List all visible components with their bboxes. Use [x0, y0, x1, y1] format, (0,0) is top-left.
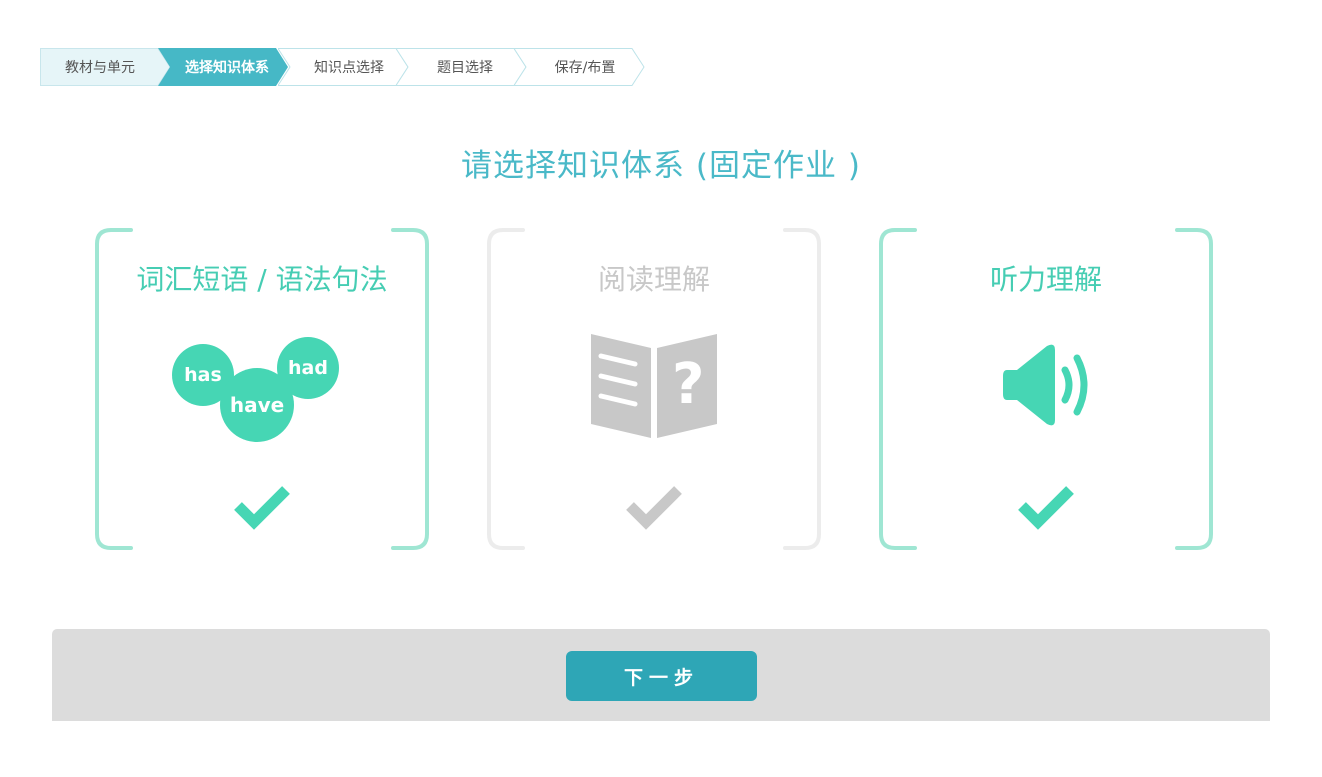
step-save-assign[interactable]: 保存/布置	[514, 48, 645, 86]
word-bubbles-icon: has have had	[95, 328, 429, 448]
card-listening-comprehension[interactable]: 听力理解	[879, 228, 1213, 550]
card-reading-comprehension[interactable]: 阅读理解 ?	[487, 228, 821, 550]
card-title: 词汇短语 / 语法句法	[136, 263, 388, 296]
check-icon	[626, 486, 682, 530]
card-title: 阅读理解	[597, 263, 710, 296]
word-bubble: had	[277, 337, 339, 399]
step-label: 题目选择	[437, 60, 493, 76]
page-title: 请选择知识体系 (固定作业 )	[461, 148, 861, 184]
speaker-icon	[879, 328, 1213, 448]
question-mark: ?	[672, 352, 705, 417]
step-knowledge-point[interactable]: 知识点选择	[278, 48, 409, 86]
check-icon	[1018, 486, 1074, 530]
open-book-icon	[591, 334, 717, 438]
next-button[interactable]: 下一步	[566, 651, 757, 701]
step-textbook-unit[interactable]: 教材与单元	[40, 48, 171, 86]
speaker-shape	[1003, 344, 1088, 426]
step-label: 教材与单元	[65, 60, 135, 76]
check-icon	[234, 486, 290, 530]
card-vocabulary-grammar[interactable]: 词汇短语 / 语法句法 has have had	[95, 228, 429, 550]
step-knowledge-system[interactable]: 选择知识体系	[158, 48, 288, 86]
step-label: 保存/布置	[554, 60, 616, 76]
book-question-icon: ?	[487, 328, 821, 448]
step-label: 知识点选择	[314, 60, 384, 76]
step-label: 选择知识体系	[185, 60, 269, 76]
card-title: 听力理解	[989, 263, 1102, 296]
step-question-select[interactable]: 题目选择	[396, 48, 527, 86]
